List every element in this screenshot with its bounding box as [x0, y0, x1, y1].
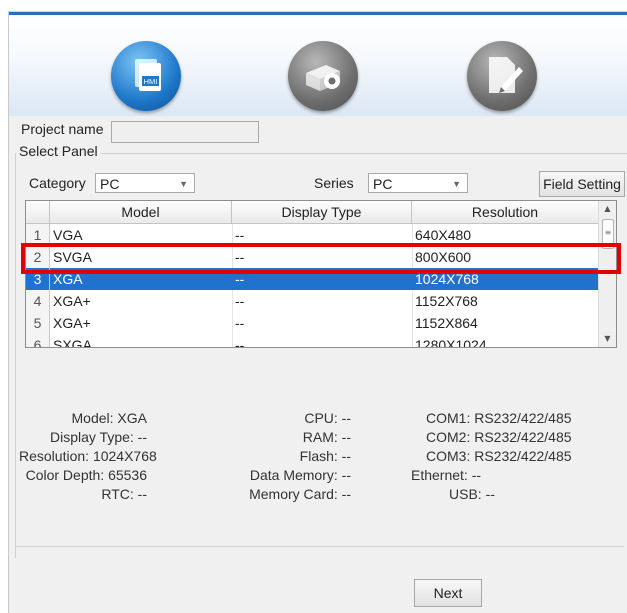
model-cell: XGA+: [53, 315, 91, 331]
chevron-down-icon: ▼: [452, 179, 461, 189]
category-label: Category: [29, 175, 86, 191]
field-setting-button[interactable]: Field Setting: [539, 171, 625, 197]
display-type-cell: --: [235, 315, 245, 331]
wizard-window: HMI Project name Select Panel Category P…: [8, 11, 627, 613]
model-cell: SXGA: [53, 337, 92, 348]
group-border: [101, 153, 627, 154]
project-name-label: Project name: [21, 121, 104, 137]
details-labels-col3: COM1: RS232/422/485 COM2: RS232/422/485 …: [411, 410, 572, 502]
next-button[interactable]: Next: [414, 579, 482, 607]
display-type-cell: --: [235, 337, 245, 348]
table-row[interactable]: 6 SXGA -- 1280X1024: [26, 334, 598, 348]
resolution-cell: 1152X768: [415, 293, 478, 309]
display-type-cell: --: [235, 293, 245, 309]
table-row[interactable]: 4 XGA+ -- 1152X768: [26, 290, 598, 312]
resolution-cell: 1280X1024: [415, 337, 487, 348]
model-table: Model Display Type Resolution 1 VGA -- 6…: [25, 200, 617, 348]
series-select[interactable]: PC ▼: [368, 173, 468, 193]
wizard-banner: HMI: [9, 12, 627, 116]
details-labels-col2: CPU: -- RAM: -- Flash: -- Data Memory: -…: [249, 410, 351, 502]
select-panel-legend: Select Panel: [19, 143, 98, 159]
group-border-left: [15, 153, 16, 558]
project-name-input[interactable]: [111, 121, 259, 143]
row-number: 4: [26, 290, 50, 312]
settings-step-icon[interactable]: [288, 41, 358, 111]
row-number-header: [26, 201, 50, 223]
model-cell: XGA+: [53, 293, 91, 309]
table-row[interactable]: 5 XGA+ -- 1152X864: [26, 312, 598, 334]
resolution-column-header[interactable]: Resolution: [412, 201, 598, 223]
category-select[interactable]: PC ▼: [95, 173, 195, 193]
row-number: 5: [26, 312, 50, 334]
edit-step-icon[interactable]: [467, 41, 537, 111]
model-column-header[interactable]: Model: [50, 201, 232, 223]
scroll-up-icon[interactable]: ▲: [599, 201, 616, 217]
resolution-cell: 1152X864: [415, 315, 478, 331]
svg-text:HMI: HMI: [144, 77, 158, 86]
details-labels-col1: Model: XGA Display Type: -- Resolution: …: [19, 410, 157, 502]
selection-highlight-box: [21, 243, 621, 274]
row-number: 6: [26, 334, 50, 347]
table-scrollbar[interactable]: ▲ ≡ ▼: [598, 201, 616, 347]
footer-divider: [15, 546, 624, 547]
chevron-down-icon: ▼: [179, 179, 188, 189]
table-header: Model Display Type Resolution: [26, 201, 598, 224]
hmi-step-icon[interactable]: HMI: [111, 41, 181, 111]
scroll-down-icon[interactable]: ▼: [599, 331, 616, 347]
display-type-column-header[interactable]: Display Type: [232, 201, 412, 223]
series-label: Series: [314, 175, 354, 191]
